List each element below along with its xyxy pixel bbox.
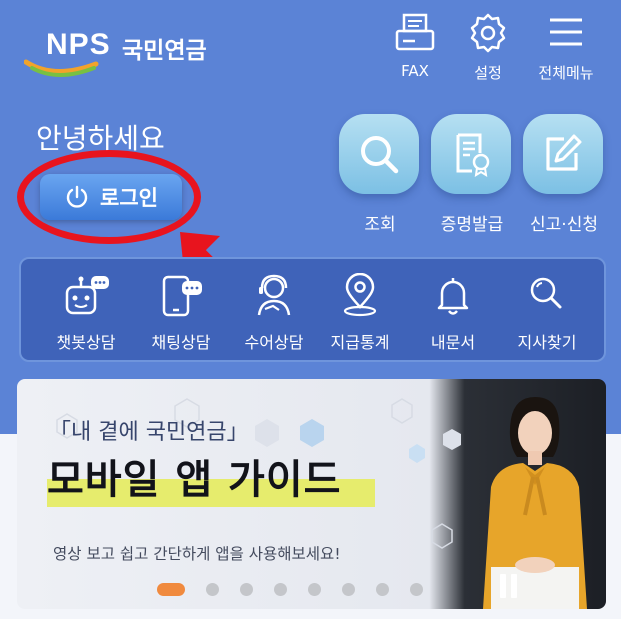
nps-logo[interactable]: NPS 국민연금	[24, 22, 224, 78]
service-bar: 챗봇상담 채팅상담 수어상담 지급통계 내문서 지사찾기	[19, 257, 606, 362]
payment-stats-button[interactable]: 지급통계	[320, 273, 400, 353]
banner-subtitle: 「내 곁에 국민연금」	[49, 420, 249, 445]
carousel-dot[interactable]	[206, 583, 219, 596]
chat-consult-label: 채팅상담	[151, 333, 211, 352]
annotation-circle	[17, 150, 201, 244]
my-documents-button[interactable]: 내문서	[413, 273, 493, 353]
bell-icon	[437, 278, 469, 315]
pause-button[interactable]	[499, 574, 519, 598]
fax-label: FAX	[401, 62, 429, 80]
sign-language-consult-label: 수어상담	[244, 333, 304, 352]
promo-banner[interactable]: 「내 곁에 국민연금」 모바일 앱 가이드 영상 보고 쉽고 간단하게 앱을 사…	[17, 379, 606, 609]
carousel-dots	[157, 583, 423, 596]
pause-icon	[500, 574, 506, 598]
payment-stats-label: 지급통계	[330, 333, 390, 352]
search-icon	[361, 136, 399, 174]
settings-button[interactable]: 설정	[453, 12, 523, 82]
full-menu-button[interactable]: 전체메뉴	[531, 12, 601, 82]
carousel-dot[interactable]	[410, 583, 423, 596]
chat-consult-button[interactable]: 채팅상담	[141, 273, 221, 353]
report-apply-button[interactable]: 신고·신청	[523, 114, 605, 235]
certificate-button[interactable]: 증명발급	[431, 114, 513, 235]
gear-icon	[470, 13, 506, 53]
fax-button[interactable]: FAX	[380, 12, 450, 82]
chatbot-consult-label: 챗봇상담	[56, 333, 116, 352]
logo-korean-text: 국민연금	[122, 38, 207, 64]
search-icon	[530, 277, 562, 309]
chat-phone-icon	[162, 275, 202, 317]
edit-icon	[546, 134, 582, 171]
presenter-image	[483, 397, 587, 609]
carousel-dot[interactable]	[342, 583, 355, 596]
report-apply-label: 신고·신청	[530, 215, 598, 235]
find-branch-label: 지사찾기	[517, 333, 577, 352]
carousel-dot[interactable]	[274, 583, 287, 596]
carousel-dot[interactable]	[308, 583, 321, 596]
my-documents-label: 내문서	[430, 333, 476, 352]
chatbot-consult-button[interactable]: 챗봇상담	[46, 273, 126, 353]
chatbot-icon	[65, 276, 109, 315]
banner-description: 영상 보고 쉽고 간단하게 앱을 사용해보세요!	[53, 545, 341, 563]
carousel-dot[interactable]	[376, 583, 389, 596]
logo-text: NPS	[46, 28, 111, 61]
sign-language-consult-button[interactable]: 수어상담	[234, 273, 314, 353]
full-menu-label: 전체메뉴	[538, 64, 594, 82]
settings-label: 설정	[474, 64, 502, 82]
fax-icon	[395, 13, 435, 51]
sign-language-icon	[257, 274, 291, 316]
carousel-dot-active[interactable]	[157, 583, 185, 596]
find-branch-button[interactable]: 지사찾기	[507, 273, 587, 353]
banner-title: 모바일 앱 가이드	[47, 457, 342, 503]
certificate-icon	[456, 133, 490, 177]
inquiry-button[interactable]: 조회	[339, 114, 421, 235]
carousel-dot[interactable]	[240, 583, 253, 596]
hamburger-menu-icon	[550, 18, 582, 46]
location-stats-icon	[343, 273, 377, 317]
